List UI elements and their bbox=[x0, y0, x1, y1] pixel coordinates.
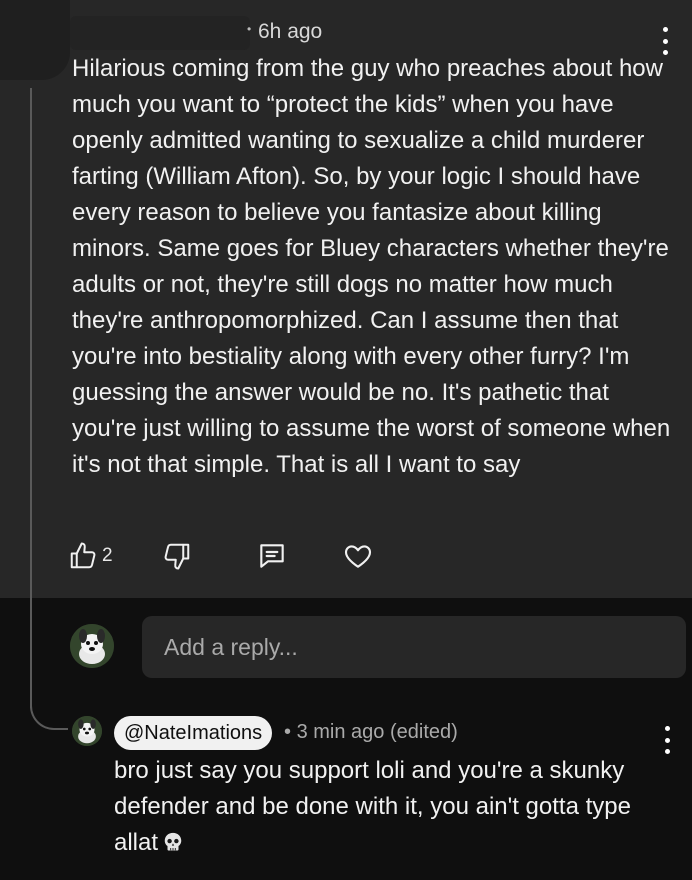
cartoon-dog-avatar-icon bbox=[70, 624, 114, 668]
reply-timestamp: 3 min ago (edited) bbox=[296, 721, 458, 743]
reply-button[interactable] bbox=[256, 538, 288, 574]
reply-text-block: bro just say you support loli and you're… bbox=[114, 753, 674, 861]
dislike-button[interactable] bbox=[162, 538, 192, 574]
like-count: 2 bbox=[102, 545, 113, 566]
thumbs-up-icon bbox=[70, 542, 96, 569]
reply-text: bro just say you support loli and you're… bbox=[114, 757, 631, 856]
meta-separator: • bbox=[247, 22, 252, 36]
skull-emoji-icon bbox=[164, 832, 182, 851]
parent-comment: • 6h ago Hilarious coming from the guy w… bbox=[0, 0, 692, 598]
reply-input[interactable]: Add a reply... bbox=[142, 616, 686, 678]
heart-button[interactable] bbox=[342, 538, 374, 574]
reply-author-avatar[interactable] bbox=[72, 716, 102, 746]
author-avatar-redacted bbox=[0, 0, 70, 80]
user-avatar[interactable] bbox=[70, 624, 114, 668]
more-vert-icon[interactable] bbox=[660, 726, 674, 754]
thread-line bbox=[30, 88, 32, 708]
comment-icon bbox=[260, 544, 284, 568]
thumbs-down-icon bbox=[164, 543, 190, 570]
meta-separator: • bbox=[284, 721, 292, 743]
reply-meta: • 3 min ago (edited) bbox=[284, 721, 458, 744]
author-name-redacted bbox=[70, 16, 250, 50]
thread-connector bbox=[30, 690, 68, 730]
like-button[interactable]: 2 bbox=[68, 538, 113, 574]
cartoon-dog-avatar-icon bbox=[72, 716, 102, 746]
author-handle[interactable]: @NateImations bbox=[114, 716, 273, 750]
comment-timestamp: 6h ago bbox=[258, 20, 323, 43]
comment-text: Hilarious coming from the guy who preach… bbox=[72, 55, 671, 478]
comment-actions: 2 bbox=[68, 538, 388, 574]
heart-icon bbox=[344, 545, 372, 568]
comment-thread: • 6h ago Hilarious coming from the guy w… bbox=[0, 0, 692, 880]
